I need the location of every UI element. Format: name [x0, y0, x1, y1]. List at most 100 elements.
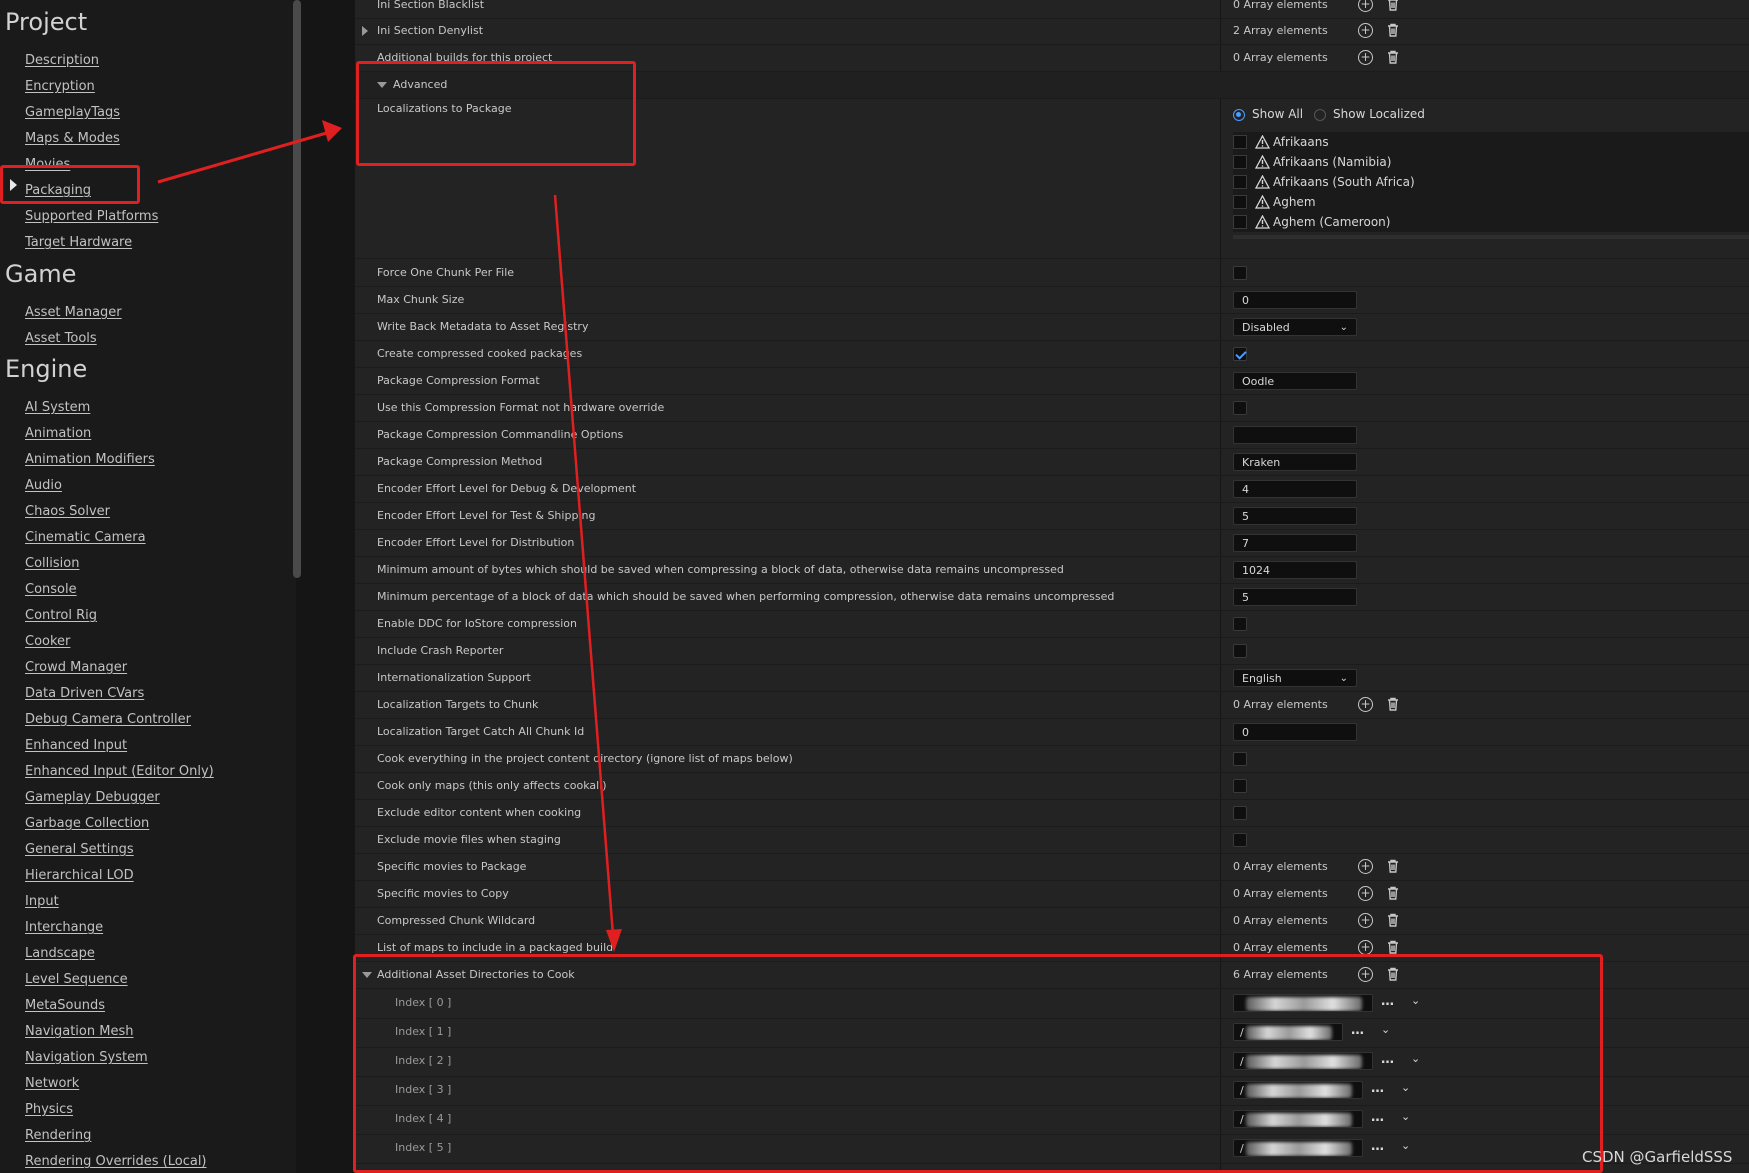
sidebar-item-animation[interactable]: Animation	[25, 426, 91, 441]
setting-checkbox[interactable]	[1233, 347, 1247, 361]
delete-all-icon[interactable]	[1385, 858, 1401, 874]
add-element-icon[interactable]: +	[1358, 940, 1373, 955]
setting-dropdown[interactable]: English ⌄	[1233, 669, 1357, 687]
browse-button[interactable]: …	[1351, 1023, 1365, 1038]
setting-checkbox[interactable]	[1233, 266, 1247, 280]
delete-all-icon[interactable]	[1385, 22, 1401, 38]
sidebar-item-metasounds[interactable]: MetaSounds	[25, 998, 105, 1013]
chevron-down-icon[interactable]: ⌄	[1401, 1139, 1410, 1152]
sidebar-item-physics[interactable]: Physics	[25, 1102, 73, 1117]
add-element-icon[interactable]: +	[1358, 697, 1373, 712]
sidebar-item-movies[interactable]: Movies	[25, 157, 70, 172]
localization-item[interactable]: Aghem	[1233, 192, 1749, 212]
browse-button[interactable]: …	[1381, 994, 1395, 1009]
language-checkbox[interactable]	[1233, 175, 1247, 189]
setting-value-field[interactable]: Oodle	[1233, 372, 1357, 390]
localization-item[interactable]: Aghem (Cameroon)	[1233, 212, 1749, 232]
sidebar-item-gameplay-debugger[interactable]: Gameplay Debugger	[25, 790, 160, 805]
delete-all-icon[interactable]	[1385, 885, 1401, 901]
sidebar-item-ai-system[interactable]: AI System	[25, 400, 90, 415]
chevron-down-icon[interactable]: ⌄	[1381, 1023, 1390, 1036]
setting-value-field[interactable]: 5	[1233, 588, 1357, 606]
sidebar-item-gameplaytags[interactable]: GameplayTags	[25, 105, 120, 120]
directory-path-field[interactable]: /	[1233, 1110, 1363, 1128]
delete-all-icon[interactable]	[1385, 696, 1401, 712]
delete-all-icon[interactable]	[1385, 912, 1401, 928]
sidebar-item-description[interactable]: Description	[25, 53, 99, 68]
add-element-icon[interactable]: +	[1358, 0, 1373, 12]
sidebar-item-animation-modifiers[interactable]: Animation Modifiers	[25, 452, 155, 467]
sidebar-item-hierarchical-lod[interactable]: Hierarchical LOD	[25, 868, 134, 883]
sidebar-item-interchange[interactable]: Interchange	[25, 920, 103, 935]
directory-path-field[interactable]: /	[1233, 1081, 1363, 1099]
sidebar-item-input[interactable]: Input	[25, 894, 59, 909]
setting-checkbox[interactable]	[1233, 644, 1247, 658]
add-element-icon[interactable]: +	[1358, 859, 1373, 874]
sidebar-item-general-settings[interactable]: General Settings	[25, 842, 134, 857]
chevron-down-icon[interactable]: ⌄	[1411, 1052, 1420, 1065]
browse-button[interactable]: …	[1371, 1110, 1385, 1125]
chevron-down-icon[interactable]: ⌄	[1401, 1110, 1410, 1123]
sidebar-item-garbage-collection[interactable]: Garbage Collection	[25, 816, 149, 831]
language-checkbox[interactable]	[1233, 195, 1247, 209]
language-checkbox[interactable]	[1233, 135, 1247, 149]
localization-item[interactable]: Afrikaans	[1233, 132, 1749, 152]
sidebar-item-supported-platforms[interactable]: Supported Platforms	[25, 209, 158, 224]
localization-item[interactable]: Afrikaans (Namibia)	[1233, 152, 1749, 172]
setting-value-field[interactable]: 1024	[1233, 561, 1357, 579]
browse-button[interactable]: …	[1371, 1139, 1385, 1154]
directory-path-field[interactable]: /	[1233, 1052, 1373, 1070]
sidebar-item-cinematic-camera[interactable]: Cinematic Camera	[25, 530, 146, 545]
sidebar-item-navigation-mesh[interactable]: Navigation Mesh	[25, 1024, 133, 1039]
add-element-icon[interactable]: +	[1358, 967, 1373, 982]
language-checkbox[interactable]	[1233, 215, 1247, 229]
sidebar-item-landscape[interactable]: Landscape	[25, 946, 95, 961]
sidebar-item-level-sequence[interactable]: Level Sequence	[25, 972, 128, 987]
setting-checkbox[interactable]	[1233, 617, 1247, 631]
browse-button[interactable]: …	[1381, 1052, 1395, 1067]
setting-checkbox[interactable]	[1233, 833, 1247, 847]
sidebar-item-asset-tools[interactable]: Asset Tools	[25, 331, 97, 346]
chevron-down-icon[interactable]: ⌄	[1401, 1081, 1410, 1094]
delete-all-icon[interactable]	[1385, 966, 1401, 982]
add-element-icon[interactable]: +	[1358, 913, 1373, 928]
delete-all-icon[interactable]	[1385, 939, 1401, 955]
setting-value-field[interactable]: 4	[1233, 480, 1357, 498]
sidebar-item-chaos-solver[interactable]: Chaos Solver	[25, 504, 110, 519]
localization-item[interactable]: Afrikaans (South Africa)	[1233, 172, 1749, 192]
add-element-icon[interactable]: +	[1358, 23, 1373, 38]
setting-checkbox[interactable]	[1233, 401, 1247, 415]
setting-value-field[interactable]: 7	[1233, 534, 1357, 552]
directory-path-field[interactable]	[1233, 994, 1373, 1012]
add-element-icon[interactable]: +	[1358, 886, 1373, 901]
browse-button[interactable]: …	[1371, 1081, 1385, 1096]
sidebar-item-cooker[interactable]: Cooker	[25, 634, 70, 649]
sidebar-item-enhanced-input[interactable]: Enhanced Input	[25, 738, 127, 753]
sidebar-item-encryption[interactable]: Encryption	[25, 79, 95, 94]
setting-checkbox[interactable]	[1233, 779, 1247, 793]
sidebar-item-data-driven-cvars[interactable]: Data Driven CVars	[25, 686, 144, 701]
sidebar-item-debug-camera-controller[interactable]: Debug Camera Controller	[25, 712, 191, 727]
collapse-arrow-icon[interactable]	[377, 82, 387, 88]
sidebar-item-collision[interactable]: Collision	[25, 556, 79, 571]
sidebar-item-network[interactable]: Network	[25, 1076, 79, 1091]
show-localized-radio[interactable]	[1314, 109, 1326, 121]
setting-checkbox[interactable]	[1233, 806, 1247, 820]
sidebar-item-maps-modes[interactable]: Maps & Modes	[25, 131, 120, 146]
sidebar-item-crowd-manager[interactable]: Crowd Manager	[25, 660, 127, 675]
setting-value-field[interactable]: Kraken	[1233, 453, 1357, 471]
show-all-radio[interactable]	[1233, 109, 1245, 121]
sidebar-item-navigation-system[interactable]: Navigation System	[25, 1050, 148, 1065]
collapse-arrow-icon[interactable]	[362, 972, 372, 978]
setting-checkbox[interactable]	[1233, 752, 1247, 766]
setting-value-field[interactable]: 0	[1233, 723, 1357, 741]
sidebar-item-rendering-overrides-local[interactable]: Rendering Overrides (Local)	[25, 1154, 207, 1169]
setting-value-field[interactable]: 0	[1233, 291, 1357, 309]
sidebar-scrollbar[interactable]	[293, 0, 301, 578]
chevron-down-icon[interactable]: ⌄	[1411, 994, 1420, 1007]
sidebar-item-enhanced-input-editor-only[interactable]: Enhanced Input (Editor Only)	[25, 764, 214, 779]
delete-all-icon[interactable]	[1385, 0, 1401, 12]
sidebar-item-asset-manager[interactable]: Asset Manager	[25, 305, 122, 320]
expand-arrow-icon[interactable]	[362, 26, 368, 36]
sidebar-item-control-rig[interactable]: Control Rig	[25, 608, 97, 623]
